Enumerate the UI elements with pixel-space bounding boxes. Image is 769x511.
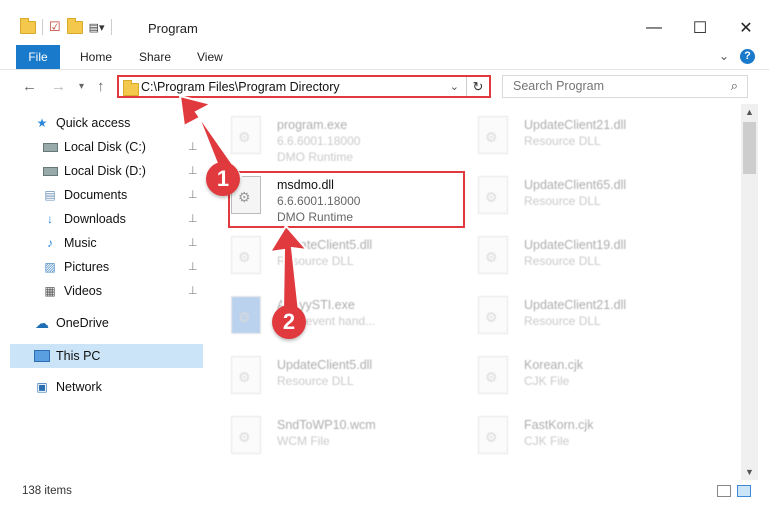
tab-view[interactable]: View <box>197 50 223 64</box>
pin-icon[interactable]: ⊥ <box>188 212 198 225</box>
step-badge-1: 1 <box>206 162 240 196</box>
network-icon: ▣ <box>36 380 48 394</box>
scroll-down-icon[interactable]: ▼ <box>745 467 754 477</box>
new-folder-icon[interactable] <box>66 17 83 34</box>
file-item[interactable]: UpdateClient21.dll Resource DLL <box>452 108 682 160</box>
status-bar: 138 items <box>0 482 769 502</box>
generic-file-icon <box>231 416 261 454</box>
file-item[interactable]: UpdateClient5.dll Resource DLL <box>205 228 435 280</box>
exe-file-icon <box>231 296 261 334</box>
title-bar: ☑ ▤▾ Program — ☐ ✕ <box>0 0 769 45</box>
download-icon: ↓ <box>47 212 53 226</box>
refresh-icon[interactable]: ↻ <box>466 77 489 96</box>
music-icon: ♪ <box>47 236 53 250</box>
chevron-down-icon[interactable]: ⌄ <box>450 80 459 93</box>
ribbon: File Home Share View ⌄ ? <box>0 45 769 70</box>
search-input[interactable] <box>511 78 715 94</box>
recent-locations-icon[interactable]: ▾ <box>79 81 84 92</box>
quick-access-toolbar: ☑ ▤▾ <box>20 17 112 35</box>
file-item[interactable]: UpdateClient5.dll Resource DLL <box>205 348 435 400</box>
scroll-thumb[interactable] <box>743 122 756 174</box>
sidebar-item-pictures[interactable]: ▨ Pictures <box>42 256 109 278</box>
details-view-icon[interactable] <box>717 485 731 497</box>
address-path[interactable]: C:\Program Files\Program Directory <box>141 80 340 94</box>
pin-icon[interactable]: ⊥ <box>188 140 198 153</box>
msdmo-highlight-box <box>228 171 465 228</box>
generic-file-icon <box>478 416 508 454</box>
tab-home[interactable]: Home <box>80 50 112 64</box>
minimize-button[interactable]: — <box>631 13 677 43</box>
file-item[interactable]: UpdateClient65.dll Resource DLL <box>452 168 682 220</box>
file-item[interactable]: AbbyySTI.exe ... sti event hand... <box>205 288 435 340</box>
star-icon: ★ <box>36 116 48 130</box>
documents-icon: ▤ <box>44 188 56 202</box>
file-item[interactable]: SndToWP10.wcm WCM File <box>205 408 435 460</box>
tab-share[interactable]: Share <box>139 50 171 64</box>
tiles-view-icon[interactable] <box>737 485 751 497</box>
dll-file-icon <box>478 296 508 334</box>
folder-icon <box>123 80 139 96</box>
expand-ribbon-icon[interactable]: ⌄ <box>719 49 729 63</box>
drive-icon <box>42 140 58 154</box>
properties-icon[interactable]: ☑ <box>49 19 61 35</box>
up-arrow-icon[interactable]: ↑ <box>97 78 105 95</box>
address-bar[interactable]: C:\Program Files\Program Directory ⌄ ↻ <box>117 75 491 98</box>
scroll-up-icon[interactable]: ▲ <box>745 107 754 117</box>
pin-icon[interactable]: ⊥ <box>188 236 198 249</box>
pin-icon[interactable]: ⊥ <box>188 260 198 273</box>
pictures-icon: ▨ <box>44 260 56 274</box>
navigation-pane: ★ Quick access Local Disk (C:) Local Dis… <box>0 108 205 478</box>
sidebar-item-network[interactable]: ▣ Network <box>34 376 102 398</box>
sidebar-item-videos[interactable]: ▦ Videos <box>42 280 102 302</box>
videos-icon: ▦ <box>44 284 56 298</box>
sidebar-item-onedrive[interactable]: ☁ OneDrive <box>34 312 109 334</box>
file-item[interactable]: UpdateClient21.dll Resource DLL <box>452 288 682 340</box>
sidebar-item-documents[interactable]: ▤ Documents <box>42 184 127 206</box>
search-icon[interactable]: ⌕ <box>731 78 738 94</box>
item-count: 138 items <box>22 485 72 497</box>
computer-icon <box>34 349 50 363</box>
pin-icon[interactable]: ⊥ <box>188 284 198 297</box>
sidebar-item-music[interactable]: ♪ Music <box>42 232 97 254</box>
dll-file-icon <box>478 116 508 154</box>
exe-file-icon <box>231 116 261 154</box>
vertical-scrollbar[interactable]: ▲ ▼ <box>741 104 758 480</box>
divider <box>42 19 43 35</box>
tab-file[interactable]: File <box>16 45 60 69</box>
file-item[interactable]: UpdateClient19.dll Resource DLL <box>452 228 682 280</box>
forward-arrow-icon[interactable]: → <box>51 78 66 95</box>
pin-icon[interactable]: ⊥ <box>188 188 198 201</box>
navigation-bar: ← → ▾ ↑ C:\Program Files\Program Directo… <box>0 72 769 102</box>
sidebar-item-downloads[interactable]: ↓ Downloads <box>42 208 126 230</box>
dll-file-icon <box>478 236 508 274</box>
sidebar-item-this-pc[interactable]: This PC <box>34 345 100 367</box>
help-icon[interactable]: ? <box>740 49 755 64</box>
divider <box>110 19 112 35</box>
folder-icon[interactable] <box>20 17 36 34</box>
close-button[interactable]: ✕ <box>723 13 769 43</box>
cloud-icon: ☁ <box>35 314 49 331</box>
file-list: program.exe 6.6.6001.18000 DMO Runtime U… <box>205 102 739 480</box>
maximize-button[interactable]: ☐ <box>677 13 723 43</box>
view-toggle <box>717 485 751 497</box>
window-controls: — ☐ ✕ <box>631 13 769 43</box>
file-item[interactable]: program.exe 6.6.6001.18000 DMO Runtime <box>205 108 435 164</box>
pin-icon[interactable]: ⊥ <box>188 164 198 177</box>
dll-file-icon <box>231 236 261 274</box>
dll-file-icon <box>231 356 261 394</box>
sidebar-item-local-disk-c[interactable]: Local Disk (C:) <box>42 136 146 158</box>
file-item[interactable]: FastKorn.cjk CJK File <box>452 408 682 460</box>
back-arrow-icon[interactable]: ← <box>22 78 37 95</box>
sidebar-item-local-disk-d[interactable]: Local Disk (D:) <box>42 160 146 182</box>
window-title: Program <box>148 21 198 36</box>
search-box[interactable]: ⌕ <box>502 75 748 98</box>
step-badge-2: 2 <box>272 305 306 339</box>
generic-file-icon <box>478 356 508 394</box>
drive-icon <box>42 164 58 178</box>
sidebar-item-quick-access[interactable]: ★ Quick access <box>34 112 131 134</box>
dll-file-icon <box>478 176 508 214</box>
file-item[interactable]: Korean.cjk CJK File <box>452 348 682 400</box>
customize-qa-icon[interactable]: ▤▾ <box>89 21 105 34</box>
